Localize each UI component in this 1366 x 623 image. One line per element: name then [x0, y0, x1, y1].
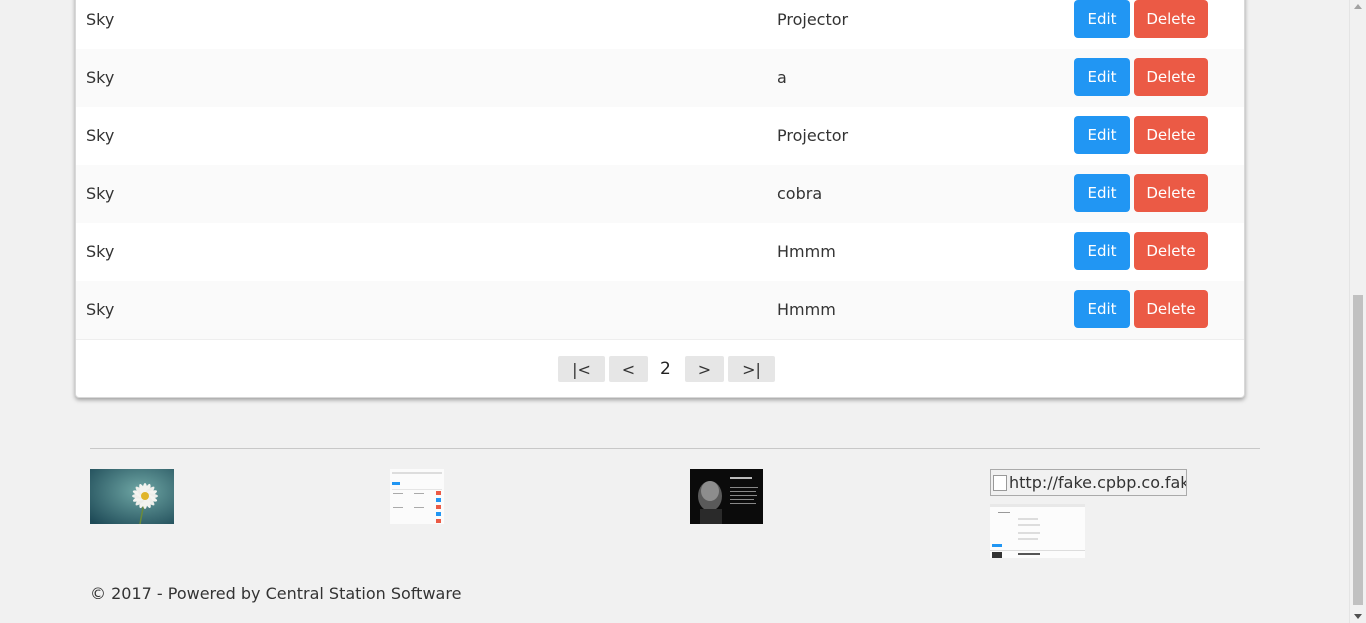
- next-page-button[interactable]: >: [685, 356, 724, 382]
- current-page-number: 2: [660, 359, 671, 379]
- prev-page-button[interactable]: <: [609, 356, 648, 382]
- scrollbar-thumb[interactable]: [1353, 295, 1363, 605]
- cell-item: Hmmm: [777, 242, 836, 261]
- table-row: Sky Hmmm Edit Delete: [76, 281, 1244, 339]
- portrait-thumbnail[interactable]: [690, 469, 763, 524]
- cell-item: Projector: [777, 10, 849, 29]
- delete-button[interactable]: Delete: [1134, 174, 1208, 212]
- footer-copyright: © 2017 - Powered by Central Station Soft…: [90, 584, 462, 603]
- daisy-thumbnail[interactable]: [90, 469, 174, 524]
- records-card: Sky Projector Edit Delete Sky a Edit Del…: [75, 0, 1245, 398]
- broken-image-alt-text: http://fake.cpbp.co.fake: [1009, 473, 1187, 492]
- table-row: Sky a Edit Delete: [76, 49, 1244, 107]
- delete-button[interactable]: Delete: [1134, 232, 1208, 270]
- edit-button[interactable]: Edit: [1074, 116, 1130, 154]
- table-screenshot-image: [390, 469, 444, 524]
- delete-button[interactable]: Delete: [1134, 58, 1208, 96]
- cell-name: Sky: [86, 126, 115, 145]
- scroll-up-arrow-icon[interactable]: [1354, 4, 1362, 9]
- cell-item: a: [777, 68, 787, 87]
- cell-name: Sky: [86, 184, 115, 203]
- daisy-image: [90, 469, 174, 524]
- portrait-image: [690, 469, 763, 524]
- edit-button[interactable]: Edit: [1074, 290, 1130, 328]
- edit-button[interactable]: Edit: [1074, 174, 1130, 212]
- delete-button[interactable]: Delete: [1134, 0, 1208, 38]
- form-screenshot-thumbnail[interactable]: [990, 504, 1085, 558]
- first-page-button[interactable]: |<: [558, 356, 605, 382]
- edit-button[interactable]: Edit: [1074, 0, 1130, 38]
- cell-name: Sky: [86, 300, 115, 319]
- footer-divider: [90, 448, 1260, 449]
- vertical-scrollbar[interactable]: [1349, 0, 1366, 623]
- delete-button[interactable]: Delete: [1134, 290, 1208, 328]
- cell-item: Hmmm: [777, 300, 836, 319]
- cell-name: Sky: [86, 68, 115, 87]
- cell-item: cobra: [777, 184, 823, 203]
- table-row: Sky cobra Edit Delete: [76, 165, 1244, 223]
- table-row: Sky Projector Edit Delete: [76, 0, 1244, 49]
- table-row: Sky Hmmm Edit Delete: [76, 223, 1244, 281]
- pagination: |< < 2 > >|: [76, 339, 1244, 399]
- form-screenshot-image: [990, 504, 1085, 558]
- table-row: Sky Projector Edit Delete: [76, 107, 1244, 165]
- table-screenshot-thumbnail[interactable]: [390, 469, 444, 524]
- last-page-button[interactable]: >|: [728, 356, 775, 382]
- scroll-down-arrow-icon[interactable]: [1354, 614, 1362, 619]
- broken-image[interactable]: http://fake.cpbp.co.fake: [990, 469, 1187, 496]
- edit-button[interactable]: Edit: [1074, 232, 1130, 270]
- cell-name: Sky: [86, 242, 115, 261]
- broken-image-icon: [993, 475, 1007, 491]
- cell-name: Sky: [86, 10, 115, 29]
- cell-item: Projector: [777, 126, 849, 145]
- edit-button[interactable]: Edit: [1074, 58, 1130, 96]
- delete-button[interactable]: Delete: [1134, 116, 1208, 154]
